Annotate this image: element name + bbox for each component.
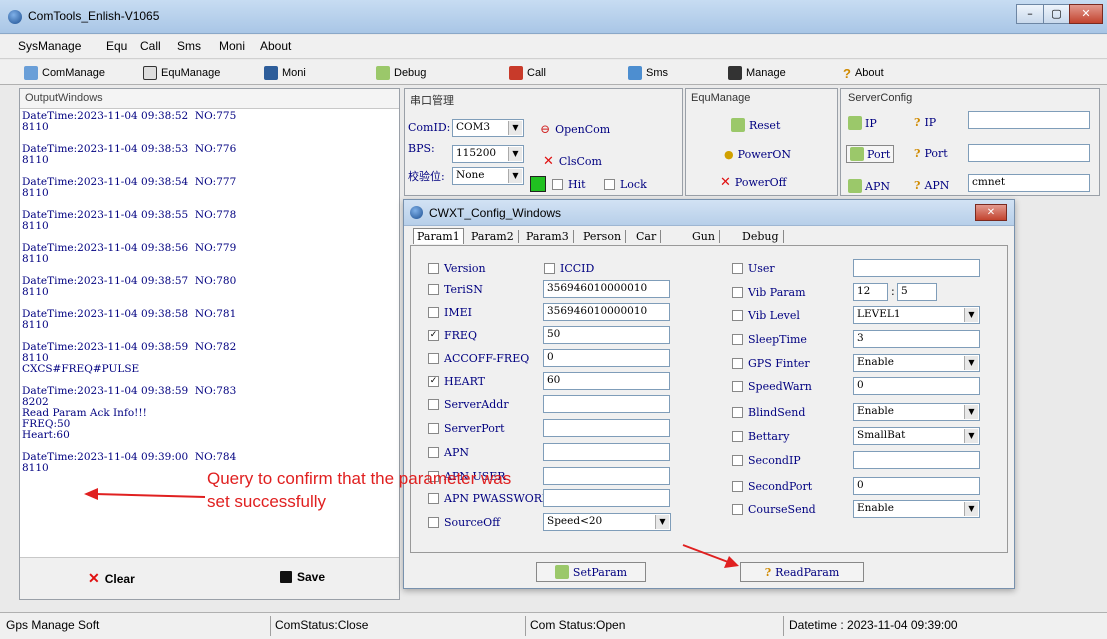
annotation-arrows [84,488,739,568]
status-divider [525,616,526,636]
status-bar: Gps Manage Soft ComStatus:Close Com Stat… [0,612,1107,639]
status-divider [270,616,271,636]
status-divider [783,616,784,636]
arrow-head [84,488,98,500]
arrow-line [682,544,729,563]
arrow-line [94,493,206,498]
status-datetime: Datetime : 2023-11-04 09:39:00 [789,618,958,632]
status-com2: Com Status:Open [530,618,626,632]
status-com1: ComStatus:Close [275,618,369,632]
status-app: Gps Manage Soft [6,618,100,632]
